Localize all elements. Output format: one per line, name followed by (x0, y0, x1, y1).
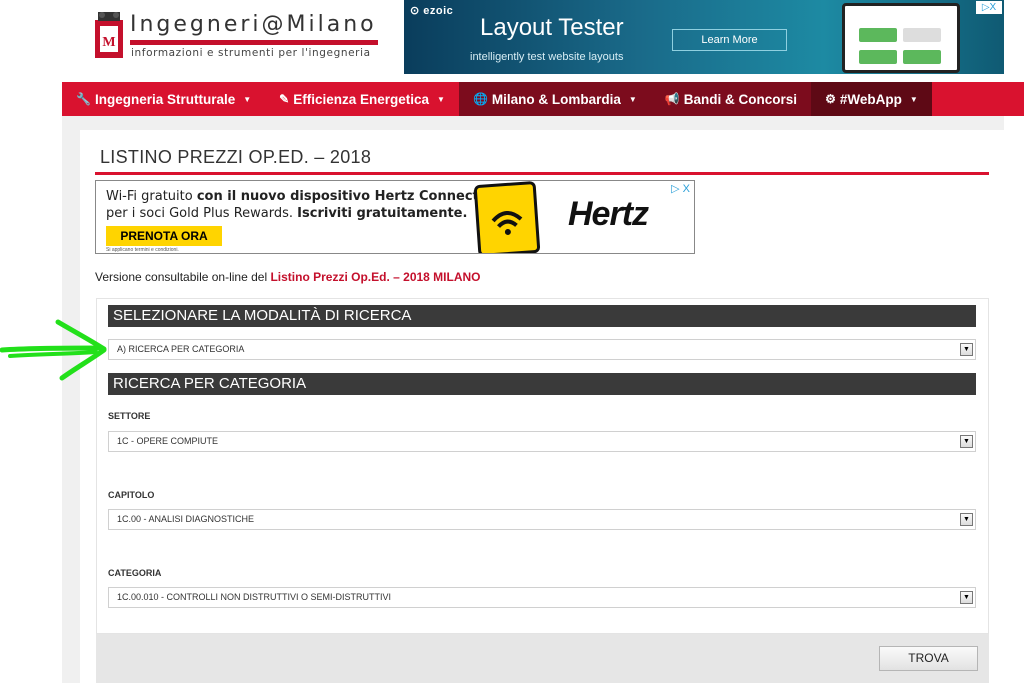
capitolo-label: CAPITOLO (108, 490, 155, 500)
logo-title: Ingegneri@Milano (130, 12, 377, 37)
svg-text:M: M (102, 35, 115, 50)
settore-label: SETTORE (108, 411, 151, 421)
categoria-value: 1C.00.010 - CONTROLLI NON DISTRUTTIVI O … (117, 592, 392, 602)
logo-emblem-icon: M (95, 12, 123, 58)
title-divider (95, 172, 989, 175)
nav-item-webapp[interactable]: ⚙ #WebApp ▼ (811, 82, 932, 116)
search-mode-select[interactable]: A) RICERCA PER CATEGORIA ▼ (108, 339, 976, 360)
form-footer (96, 634, 989, 683)
wrench-icon: 🔧 (76, 92, 91, 106)
ad-screenshot-image (842, 3, 960, 73)
site-logo[interactable]: M Ingegneri@Milano informazioni e strume… (93, 10, 379, 62)
nav-item-label: Efficienza Energetica (293, 91, 430, 107)
page-title: LISTINO PREZZI OP.ED. – 2018 (100, 147, 372, 167)
capitolo-value: 1C.00 - ANALISI DIAGNOSTICHE (117, 514, 255, 524)
nav-item-label: Ingegneria Strutturale (94, 91, 236, 107)
category-section-header: RICERCA PER CATEGORIA (108, 373, 976, 395)
hertz-line1-a: Wi-Fi gratuito (106, 189, 197, 204)
phone-wifi-icon (473, 181, 541, 253)
megaphone-icon: 📢 (664, 92, 680, 106)
prenota-ora-button[interactable]: PRENOTA ORA (106, 226, 222, 246)
nav-item-ingegneria-strutturale[interactable]: 🔧 Ingegneria Strutturale ▼ (62, 82, 265, 116)
ad-learn-more-button[interactable]: Learn More (672, 29, 787, 51)
gear-icon: ⚙ (825, 92, 836, 106)
trova-button[interactable]: TROVA (879, 646, 978, 671)
dropdown-arrow-icon[interactable]: ▼ (960, 343, 973, 356)
nav-item-bandi-concorsi[interactable]: 📢 Bandi & Concorsi (650, 82, 812, 116)
ad-subtitle: intelligently test website layouts (470, 51, 624, 63)
main-nav: 🔧 Ingegneria Strutturale ▼ ✎ Efficienza … (62, 82, 1024, 116)
version-text: Versione consultabile on-line del Listin… (95, 270, 481, 284)
nav-item-efficienza-energetica[interactable]: ✎ Efficienza Energetica ▼ (265, 82, 459, 116)
hertz-line1-b: con il nuovo dispositivo Hertz Connect (196, 189, 479, 204)
capitolo-select[interactable]: 1C.00 - ANALISI DIAGNOSTICHE ▼ (108, 509, 976, 530)
nav-item-label: #WebApp (839, 91, 902, 107)
mode-section-header: SELEZIONARE LA MODALITÀ DI RICERCA (108, 305, 976, 327)
listino-link[interactable]: Listino Prezzi Op.Ed. – 2018 MILANO (270, 270, 480, 284)
ad-choices-icon[interactable]: ▷X (976, 1, 1002, 14)
hertz-line2-b: Iscriviti gratuitamente. (297, 206, 468, 221)
hertz-logo: Hertz (568, 195, 649, 233)
nav-item-label: Milano & Lombardia (491, 91, 621, 107)
nav-item-milano-lombardia[interactable]: 🌐 Milano & Lombardia ▼ (458, 82, 651, 116)
globe-icon: 🌐 (472, 92, 488, 106)
ad-title: Layout Tester (480, 14, 624, 41)
settore-select[interactable]: 1C - OPERE COMPIUTE ▼ (108, 431, 976, 452)
nav-item-label: Bandi & Concorsi (683, 91, 798, 107)
caret-down-icon: ▼ (628, 94, 637, 104)
ad-brand: ⊙ ezoic (410, 5, 454, 17)
caret-down-icon: ▼ (243, 94, 252, 104)
dropdown-arrow-icon[interactable]: ▼ (960, 591, 973, 604)
categoria-select[interactable]: 1C.00.010 - CONTROLLI NON DISTRUTTIVI O … (108, 587, 976, 608)
logo-rule (130, 40, 378, 45)
hertz-fine-print: Si applicano termini e condizioni. (106, 247, 179, 253)
settore-value: 1C - OPERE COMPIUTE (117, 436, 219, 446)
hertz-advertisement[interactable]: Wi-Fi gratuito con il nuovo dispositivo … (95, 180, 695, 254)
version-prefix: Versione consultabile on-line del (95, 270, 271, 284)
ad-choices-icon[interactable]: ▷ X (671, 182, 690, 195)
dropdown-arrow-icon[interactable]: ▼ (960, 435, 973, 448)
categoria-label: CATEGORIA (108, 568, 162, 578)
dropdown-arrow-icon[interactable]: ▼ (960, 513, 973, 526)
search-mode-value: A) RICERCA PER CATEGORIA (117, 344, 245, 354)
top-advertisement[interactable]: ⊙ ezoic Layout Tester intelligently test… (404, 0, 1004, 74)
hertz-line2-a: per i soci Gold Plus Rewards. (106, 206, 298, 221)
caret-down-icon: ▼ (437, 94, 445, 104)
annotation-arrow-icon (0, 319, 107, 381)
logo-subtitle: informazioni e strumenti per l'ingegneri… (131, 47, 371, 59)
hertz-ad-text: Wi-Fi gratuito con il nuovo dispositivo … (106, 188, 479, 222)
leaf-icon: ✎ (279, 92, 290, 106)
caret-down-icon: ▼ (909, 94, 918, 104)
